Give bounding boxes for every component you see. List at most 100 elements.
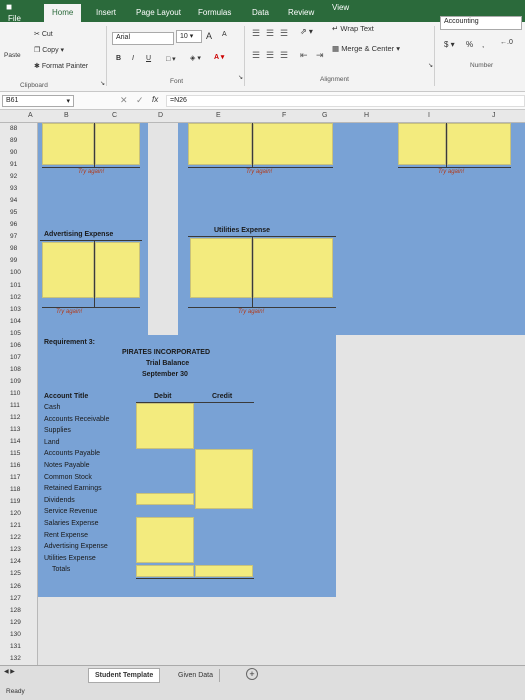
row-header[interactable]: 124 (10, 558, 21, 565)
borders-icon[interactable]: □ ▾ (166, 55, 176, 63)
tab-data[interactable]: Data (252, 8, 269, 17)
column-header-d[interactable]: D (158, 112, 163, 119)
font-launcher-icon[interactable]: ↘ (238, 74, 243, 81)
row-header[interactable]: 103 (10, 306, 21, 313)
row-header[interactable]: 102 (10, 294, 21, 301)
row-header[interactable]: 98 (10, 245, 17, 252)
row-header[interactable]: 91 (10, 161, 17, 168)
row-header[interactable]: 125 (10, 570, 21, 577)
row-header[interactable]: 106 (10, 342, 21, 349)
alignment-launcher-icon[interactable]: ↘ (428, 62, 433, 69)
row-header[interactable]: 88 (10, 125, 17, 132)
row-header[interactable]: 118 (10, 486, 20, 493)
row-header[interactable]: 109 (10, 378, 21, 385)
debit-input-cell[interactable] (136, 493, 194, 505)
align-right-icon[interactable]: ☰ (280, 50, 288, 61)
currency-button[interactable]: $ ▾ (444, 40, 455, 49)
name-box[interactable]: B61 ▾ (2, 95, 74, 107)
debit-total-cell[interactable] (136, 565, 194, 577)
row-header[interactable]: 115 (10, 450, 20, 457)
row-header[interactable]: 95 (10, 209, 17, 216)
align-middle-icon[interactable]: ☰ (266, 28, 274, 39)
t-account-cell[interactable] (188, 123, 252, 165)
row-header[interactable]: 117 (10, 474, 20, 481)
row-header[interactable]: 129 (10, 619, 21, 626)
row-header[interactable]: 104 (10, 318, 21, 325)
row-header[interactable]: 110 (10, 390, 20, 397)
t-account-cell[interactable] (253, 123, 333, 165)
row-header[interactable]: 119 (10, 498, 20, 505)
row-header[interactable]: 112 (10, 414, 20, 421)
add-sheet-icon[interactable]: + (246, 668, 258, 680)
column-header-e[interactable]: E (216, 112, 221, 119)
tab-home[interactable]: Home (44, 4, 82, 22)
row-header[interactable]: 107 (10, 354, 21, 361)
row-header[interactable]: 101 (10, 282, 21, 289)
align-top-icon[interactable]: ☰ (252, 28, 260, 39)
credit-total-cell[interactable] (195, 565, 253, 577)
debit-input-cell[interactable] (136, 517, 194, 563)
row-header[interactable]: 92 (10, 173, 17, 180)
align-left-icon[interactable]: ☰ (252, 50, 260, 61)
column-header-h[interactable]: H (364, 112, 369, 119)
row-header[interactable]: 132 (10, 655, 21, 662)
row-header[interactable]: 126 (10, 583, 21, 590)
sheet-nav-icon[interactable]: ◀ ▶ (4, 668, 15, 675)
tab-review[interactable]: Review (288, 8, 314, 17)
wrap-text-button[interactable]: ↵ Wrap Text (332, 24, 374, 33)
cut-button[interactable]: ✂ Cut (34, 30, 53, 38)
font-name-select[interactable]: Arial (112, 32, 174, 45)
t-account-cell[interactable] (447, 123, 511, 165)
row-header[interactable]: 113 (10, 426, 20, 433)
paste-button[interactable]: Paste (4, 52, 21, 59)
merge-center-button[interactable]: ▦ Merge & Center ▾ (332, 44, 400, 53)
format-painter-button[interactable]: ✱ Format Painter (34, 62, 88, 70)
tab-formulas[interactable]: Formulas (198, 8, 231, 17)
row-header[interactable]: 93 (10, 185, 17, 192)
cancel-icon[interactable]: ✕ (120, 95, 128, 106)
column-header-f[interactable]: F (282, 112, 286, 119)
row-header[interactable]: 111 (10, 402, 20, 409)
t-account-cell[interactable] (95, 242, 140, 298)
row-header[interactable]: 121 (10, 522, 21, 529)
row-header[interactable]: 123 (10, 546, 21, 553)
clipboard-launcher-icon[interactable]: ↘ (100, 80, 105, 87)
tab-view[interactable]: View (332, 3, 349, 12)
align-bottom-icon[interactable]: ☰ (280, 28, 288, 39)
t-account-cell[interactable] (253, 238, 333, 298)
enter-icon[interactable]: ✓ (136, 95, 144, 106)
row-header[interactable]: 120 (10, 510, 21, 517)
t-account-cell[interactable] (42, 123, 94, 165)
insert-function-icon[interactable]: fx (152, 95, 158, 104)
t-account-cell[interactable] (42, 242, 94, 298)
copy-button[interactable]: ❐ Copy ▾ (34, 46, 64, 54)
credit-input-cell[interactable] (195, 449, 253, 509)
italic-button[interactable]: I (132, 55, 134, 62)
row-header[interactable]: 100 (10, 269, 21, 276)
row-header[interactable]: 116 (10, 462, 20, 469)
row-header[interactable]: 89 (10, 137, 17, 144)
row-header[interactable]: 131 (10, 643, 21, 650)
save-icon[interactable]: ■ (6, 2, 12, 13)
row-header[interactable]: 128 (10, 607, 21, 614)
orientation-icon[interactable]: ⇗ ▾ (300, 27, 313, 36)
row-header[interactable]: 94 (10, 197, 17, 204)
debit-input-cell[interactable] (136, 403, 194, 449)
grow-font-button[interactable]: A (206, 31, 212, 41)
row-header[interactable]: 90 (10, 149, 17, 156)
column-header-g[interactable]: G (322, 112, 327, 119)
column-header-i[interactable]: I (428, 112, 430, 119)
align-center-icon[interactable]: ☰ (266, 50, 274, 61)
comma-button[interactable]: , (482, 40, 484, 49)
number-format-select[interactable]: Accounting (440, 16, 522, 30)
t-account-cell[interactable] (95, 123, 140, 165)
row-header[interactable]: 105 (10, 330, 21, 337)
t-account-cell[interactable] (190, 238, 252, 298)
column-header-a[interactable]: A (28, 112, 33, 119)
formula-input[interactable]: =N26 (166, 95, 525, 107)
column-header-j[interactable]: J (492, 112, 496, 119)
shrink-font-button[interactable]: A (222, 31, 227, 38)
increase-indent-icon[interactable]: ⇥ (316, 50, 324, 61)
bold-button[interactable]: B (116, 55, 121, 62)
font-size-select[interactable]: 10 ▾ (176, 30, 202, 43)
